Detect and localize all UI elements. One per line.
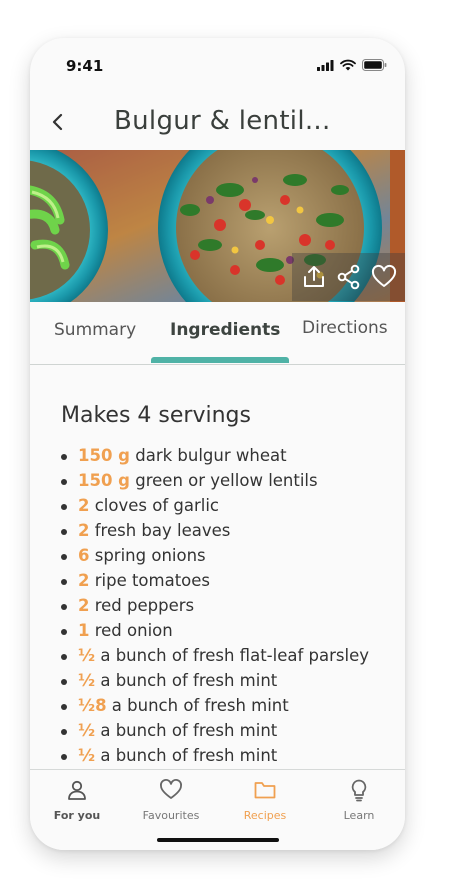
- ingredient-text: a bunch of fresh mint: [95, 671, 278, 690]
- bottom-nav: For you Favourites Recipes Learn: [30, 769, 405, 850]
- ingredient-quantity: 2: [78, 571, 90, 590]
- ingredient-text: red onion: [89, 621, 173, 640]
- ingredient-quantity: ½: [78, 671, 96, 690]
- ingredient-text: ripe tomatoes: [89, 571, 211, 590]
- ingredient-quantity: 2: [78, 596, 90, 615]
- list-item: 2 ripe tomatoes: [61, 568, 369, 593]
- list-item: 2 cloves of garlic: [61, 493, 369, 518]
- phone-frame: 9:41 Bulgur & lentil... Summary Ingredie…: [30, 38, 405, 850]
- home-indicator[interactable]: [157, 838, 279, 842]
- heart-icon: [160, 779, 182, 799]
- ingredient-list: 150 g dark bulgur wheat 150 g green or y…: [61, 443, 369, 768]
- user-icon: [68, 780, 86, 800]
- heart-icon[interactable]: [371, 264, 397, 290]
- ingredient-quantity: 6: [78, 546, 90, 565]
- tab-directions[interactable]: Directions: [302, 318, 388, 338]
- nav-recipes[interactable]: Recipes: [218, 770, 312, 830]
- page-title: Bulgur & lentil...: [114, 106, 331, 136]
- status-icons: [317, 59, 387, 71]
- list-item: 1 red onion: [61, 618, 369, 643]
- ingredient-quantity: 150 g: [78, 471, 130, 490]
- list-item: ½ a bunch of fresh mint: [61, 718, 369, 743]
- ingredient-quantity: 2: [78, 521, 90, 540]
- ingredient-text: spring onions: [89, 546, 206, 565]
- status-bar: 9:41: [30, 38, 405, 88]
- tab-ingredients[interactable]: Ingredients: [170, 320, 280, 340]
- list-item: 150 g dark bulgur wheat: [61, 443, 369, 468]
- ingredient-text: a bunch of fresh mint: [95, 746, 278, 765]
- list-item: ½ a bunch of fresh mint: [61, 743, 369, 768]
- ingredient-text: a bunch of fresh flat-leaf parsley: [95, 646, 369, 665]
- list-item: ½ a bunch of fresh mint: [61, 668, 369, 693]
- back-arrow-icon[interactable]: [48, 110, 68, 134]
- battery-icon: [362, 59, 387, 71]
- tab-summary[interactable]: Summary: [54, 320, 136, 340]
- lightbulb-icon: [351, 779, 367, 802]
- upload-icon[interactable]: [301, 264, 327, 290]
- ingredient-quantity: 1: [78, 621, 90, 640]
- wifi-icon: [340, 59, 356, 71]
- nav-learn[interactable]: Learn: [312, 770, 405, 830]
- ingredient-quantity: 2: [78, 496, 90, 515]
- list-item: 150 g green or yellow lentils: [61, 468, 369, 493]
- status-time: 9:41: [66, 57, 104, 75]
- ingredient-text: green or yellow lentils: [130, 471, 318, 490]
- ingredient-text: a bunch of fresh mint: [106, 696, 289, 715]
- ingredient-quantity: ½: [78, 721, 96, 740]
- nav-label: Favourites: [142, 809, 200, 822]
- folder-icon: [254, 782, 276, 799]
- list-item: ½ a bunch of fresh flat-leaf parsley: [61, 643, 369, 668]
- share-icon[interactable]: [336, 264, 362, 290]
- ingredients-panel[interactable]: Makes 4 servings 150 g dark bulgur wheat…: [30, 365, 405, 770]
- ingredient-text: fresh bay leaves: [89, 521, 231, 540]
- nav-label: Learn: [343, 809, 375, 822]
- ingredient-quantity: 150 g: [78, 446, 130, 465]
- ingredient-text: dark bulgur wheat: [130, 446, 287, 465]
- ingredient-text: red peppers: [89, 596, 195, 615]
- nav-label: For you: [53, 809, 101, 822]
- active-tab-indicator: [151, 357, 289, 363]
- list-item: ½8 a bunch of fresh mint: [61, 693, 369, 718]
- ingredient-quantity: ½8: [78, 696, 107, 715]
- list-item: 2 fresh bay leaves: [61, 518, 369, 543]
- list-item: 6 spring onions: [61, 543, 369, 568]
- nav-favourites[interactable]: Favourites: [124, 770, 218, 830]
- nav-for-you[interactable]: For you: [30, 770, 124, 830]
- ingredient-text: a bunch of fresh mint: [95, 721, 278, 740]
- app-header: Bulgur & lentil...: [30, 100, 405, 150]
- ingredient-text: cloves of garlic: [89, 496, 219, 515]
- recipe-tabs: Summary Ingredients Directions: [30, 302, 405, 365]
- ingredient-quantity: ½: [78, 746, 96, 765]
- servings-heading: Makes 4 servings: [61, 403, 251, 428]
- hero-action-bar: [292, 253, 405, 301]
- list-item: 2 red peppers: [61, 593, 369, 618]
- nav-label: Recipes: [243, 809, 287, 822]
- signal-icon: [317, 59, 334, 71]
- ingredient-quantity: ½: [78, 646, 96, 665]
